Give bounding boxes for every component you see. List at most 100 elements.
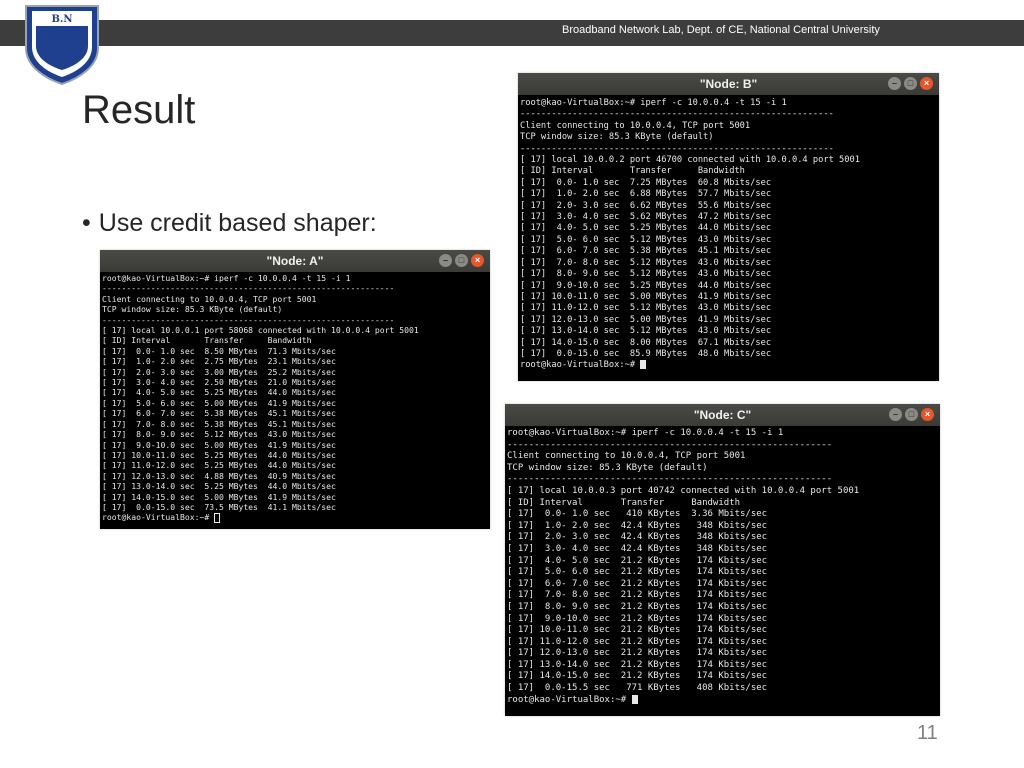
terminal-line: [ 17] 8.0- 9.0 sec 5.12 MBytes 43.0 Mbit… <box>520 269 772 280</box>
minimize-icon[interactable]: – <box>439 254 452 267</box>
terminal-line: [ 17] 7.0- 8.0 sec 5.38 MBytes 45.1 Mbit… <box>102 418 336 429</box>
terminal-line: ----------------------------------------… <box>520 143 834 154</box>
terminal-line: [ 17] 4.0- 5.0 sec 21.2 KBytes 174 Kbits… <box>507 555 768 566</box>
terminal-line: [ 17] 0.0-15.5 sec 771 KBytes 408 Kbits/… <box>507 683 768 694</box>
terminal-line: [ 17] 2.0- 3.0 sec 42.4 KBytes 348 Kbits… <box>507 532 768 543</box>
terminal-line: [ 17] 0.0- 1.0 sec 8.50 MBytes 71.3 Mbit… <box>102 345 336 356</box>
terminal-line: root@kao-VirtualBox:~# iperf -c 10.0.0.4… <box>102 273 351 283</box>
terminal-prompt-line[interactable]: root@kao-VirtualBox:~# <box>102 512 488 523</box>
terminal-screen[interactable]: root@kao-VirtualBox:~# iperf -c 10.0.0.4… <box>100 272 490 529</box>
terminal-line: [ 17] 10.0-11.0 sec 5.00 MBytes 41.9 Mbi… <box>520 291 772 302</box>
terminal-line: [ 17] 7.0- 8.0 sec 21.2 KBytes 174 Kbits… <box>507 590 768 601</box>
terminal-line: [ 17] 8.0- 9.0 sec 21.2 KBytes 174 Kbits… <box>507 601 768 612</box>
terminal-line: [ 17] 5.0- 6.0 sec 5.12 MBytes 43.0 Mbit… <box>520 234 772 245</box>
terminal-line: ----------------------------------------… <box>102 314 395 325</box>
cursor-icon <box>214 512 221 523</box>
terminal-line: [ 17] 11.0-12.0 sec 21.2 KBytes 174 Kbit… <box>507 636 768 647</box>
terminal-window-c[interactable]: "Node: C" – □ × root@kao-VirtualBox:~# i… <box>505 404 940 716</box>
terminal-line: [ 17] 1.0- 2.0 sec 2.75 MBytes 23.1 Mbit… <box>102 356 336 367</box>
lab-logo: B.N BnLab <box>20 2 104 86</box>
terminal-line: [ ID] Interval Transfer Bandwidth <box>507 497 740 508</box>
bullet-item: • Use credit based shaper: <box>82 209 377 238</box>
header-bar: Broadband Network Lab, Dept. of CE, Nati… <box>0 20 1024 46</box>
terminal-line: [ 17] 10.0-11.0 sec 21.2 KBytes 174 Kbit… <box>507 625 768 636</box>
terminal-prompt-line[interactable]: root@kao-VirtualBox:~# <box>520 360 937 371</box>
terminal-screen[interactable]: root@kao-VirtualBox:~# iperf -c 10.0.0.4… <box>505 426 940 716</box>
maximize-icon[interactable]: □ <box>904 77 917 90</box>
terminal-titlebar[interactable]: "Node: B" – □ × <box>518 73 939 95</box>
close-icon[interactable]: × <box>921 408 934 421</box>
bullet-icon: • <box>82 209 91 237</box>
terminal-line: [ 17] 12.0-13.0 sec 5.00 MBytes 41.9 Mbi… <box>520 314 772 325</box>
terminal-line: [ 17] 14.0-15.0 sec 8.00 MBytes 67.1 Mbi… <box>520 337 772 348</box>
close-icon[interactable]: × <box>471 254 484 267</box>
terminal-line: [ 17] 11.0-12.0 sec 5.25 MBytes 44.0 Mbi… <box>102 460 336 471</box>
maximize-icon[interactable]: □ <box>905 408 918 421</box>
terminal-line: TCP window size: 85.3 KByte (default) <box>507 462 708 473</box>
terminal-line: [ 17] 2.0- 3.0 sec 6.62 MBytes 55.6 Mbit… <box>520 200 772 211</box>
terminal-line: [ 17] 5.0- 6.0 sec 5.00 MBytes 41.9 Mbit… <box>102 397 336 408</box>
terminal-line: [ 17] 0.0-15.0 sec 73.5 MBytes 41.1 Mbit… <box>102 501 336 512</box>
terminal-title: "Node: A" <box>266 254 324 268</box>
terminal-line: ----------------------------------------… <box>520 109 834 120</box>
terminal-line: [ 17] 14.0-15.0 sec 5.00 MBytes 41.9 Mbi… <box>102 491 336 502</box>
terminal-line: [ 17] 5.0- 6.0 sec 21.2 KBytes 174 Kbits… <box>507 567 768 578</box>
terminal-line: [ 17] 9.0-10.0 sec 5.25 MBytes 44.0 Mbit… <box>520 280 772 291</box>
terminal-line: [ 17] 9.0-10.0 sec 5.00 MBytes 41.9 Mbit… <box>102 439 336 450</box>
terminal-line: [ 17] local 10.0.0.3 port 40742 connecte… <box>507 485 860 496</box>
terminal-line: [ 17] 1.0- 2.0 sec 6.88 MBytes 57.7 Mbit… <box>520 189 772 200</box>
slide-title: Result <box>82 88 196 132</box>
terminal-line: ----------------------------------------… <box>507 439 833 450</box>
terminal-line: [ 17] 6.0- 7.0 sec 21.2 KBytes 174 Kbits… <box>507 578 768 589</box>
terminal-line: [ 17] 3.0- 4.0 sec 42.4 KBytes 348 Kbits… <box>507 543 768 554</box>
terminal-line: ----------------------------------------… <box>102 283 395 294</box>
terminal-title: "Node: B" <box>699 77 758 91</box>
terminal-line: root@kao-VirtualBox:~# iperf -c 10.0.0.4… <box>507 428 784 438</box>
minimize-icon[interactable]: – <box>889 408 902 421</box>
terminal-screen[interactable]: root@kao-VirtualBox:~# iperf -c 10.0.0.4… <box>518 95 939 381</box>
terminal-line: [ 17] 12.0-13.0 sec 4.88 MBytes 40.9 Mbi… <box>102 470 336 481</box>
terminal-line: TCP window size: 85.3 KByte (default) <box>102 304 283 315</box>
terminal-line: TCP window size: 85.3 KByte (default) <box>520 132 714 143</box>
terminal-line: root@kao-VirtualBox:~# iperf -c 10.0.0.4… <box>520 98 787 108</box>
terminal-line: [ 17] 6.0- 7.0 sec 5.38 MBytes 45.1 Mbit… <box>520 246 772 257</box>
logo-text-1: B.N <box>51 14 72 25</box>
terminal-line: [ 17] 4.0- 5.0 sec 5.25 MBytes 44.0 Mbit… <box>102 387 336 398</box>
terminal-titlebar[interactable]: "Node: A" – □ × <box>100 250 490 272</box>
terminal-line: [ 17] 1.0- 2.0 sec 42.4 KBytes 348 Kbits… <box>507 520 768 531</box>
terminal-line: [ 17] 9.0-10.0 sec 21.2 KBytes 174 Kbits… <box>507 613 768 624</box>
terminal-line: [ 17] 13.0-14.0 sec 21.2 KBytes 174 Kbit… <box>507 659 768 670</box>
cursor-icon <box>631 694 638 704</box>
terminal-prompt: root@kao-VirtualBox:~# <box>102 512 215 523</box>
terminal-window-a[interactable]: "Node: A" – □ × root@kao-VirtualBox:~# i… <box>100 250 490 529</box>
terminal-prompt-line[interactable]: root@kao-VirtualBox:~# <box>507 694 938 707</box>
terminal-line: [ 17] 6.0- 7.0 sec 5.38 MBytes 45.1 Mbit… <box>102 408 336 419</box>
terminal-line: [ 17] 0.0-15.0 sec 85.9 MBytes 48.0 Mbit… <box>520 348 772 359</box>
terminal-line: [ ID] Interval Transfer Bandwidth <box>520 166 745 177</box>
terminal-line: [ 17] 0.0- 1.0 sec 410 KBytes 3.36 Mbits… <box>507 509 768 520</box>
terminal-window-b[interactable]: "Node: B" – □ × root@kao-VirtualBox:~# i… <box>518 73 939 381</box>
close-icon[interactable]: × <box>920 77 933 90</box>
terminal-line: ----------------------------------------… <box>507 474 833 485</box>
logo-text-2: BnLab <box>44 28 80 39</box>
terminal-title: "Node: C" <box>693 408 752 422</box>
terminal-titlebar[interactable]: "Node: C" – □ × <box>505 404 940 426</box>
maximize-icon[interactable]: □ <box>455 254 468 267</box>
terminal-line: [ 17] 12.0-13.0 sec 21.2 KBytes 174 Kbit… <box>507 648 768 659</box>
terminal-line: [ 17] 11.0-12.0 sec 5.12 MBytes 43.0 Mbi… <box>520 303 772 314</box>
terminal-line: [ ID] Interval Transfer Bandwidth <box>102 335 312 346</box>
terminal-line: [ 17] 8.0- 9.0 sec 5.12 MBytes 43.0 Mbit… <box>102 429 336 440</box>
minimize-icon[interactable]: – <box>888 77 901 90</box>
terminal-line: Client connecting to 10.0.0.4, TCP port … <box>520 120 751 131</box>
terminal-line: Client connecting to 10.0.0.4, TCP port … <box>102 293 317 304</box>
terminal-line: [ 17] 13.0-14.0 sec 5.12 MBytes 43.0 Mbi… <box>520 326 772 337</box>
terminal-line: Client connecting to 10.0.0.4, TCP port … <box>507 451 746 462</box>
terminal-line: [ 17] 10.0-11.0 sec 5.25 MBytes 44.0 Mbi… <box>102 449 336 460</box>
terminal-line: [ 17] 7.0- 8.0 sec 5.12 MBytes 43.0 Mbit… <box>520 257 772 268</box>
bullet-text: Use credit based shaper: <box>98 209 377 237</box>
cursor-icon <box>640 360 647 370</box>
page-number: 11 <box>917 722 938 744</box>
terminal-output: root@kao-VirtualBox:~# iperf -c 10.0.0.4… <box>507 428 938 695</box>
terminal-line: [ 17] 3.0- 4.0 sec 2.50 MBytes 21.0 Mbit… <box>102 377 336 388</box>
terminal-output: root@kao-VirtualBox:~# iperf -c 10.0.0.4… <box>520 98 937 360</box>
